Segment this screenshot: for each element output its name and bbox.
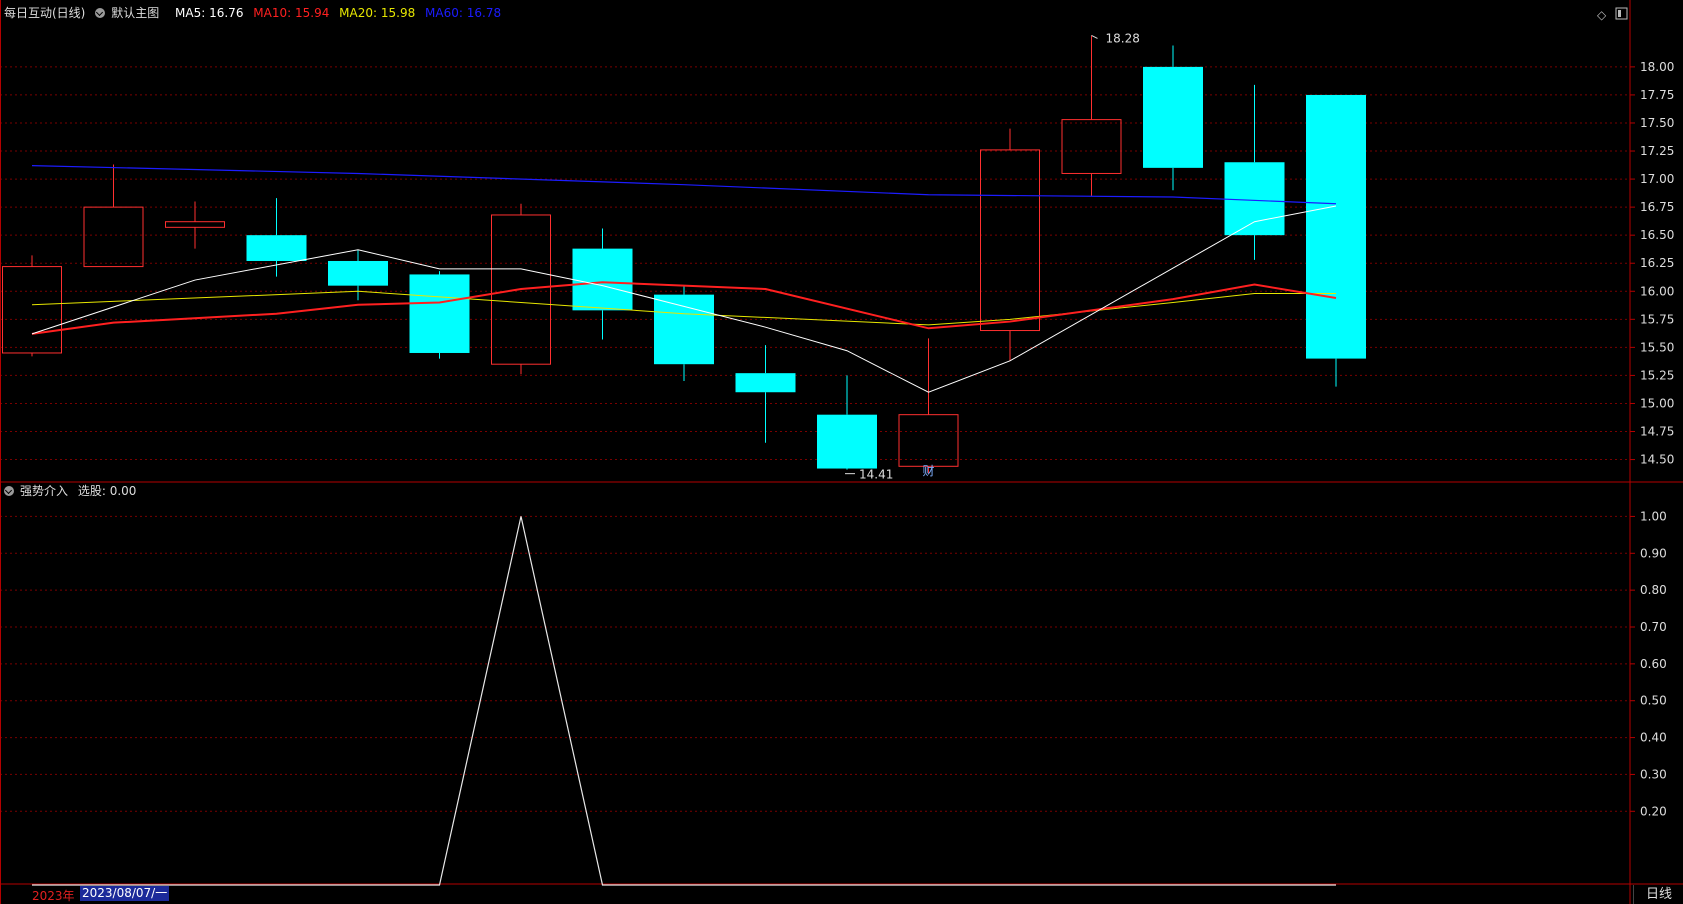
candle-body-down <box>735 373 796 393</box>
year-label: 2023年 <box>32 889 75 903</box>
price-tick-label: 14.50 <box>1640 453 1674 467</box>
candlestick-series <box>2 35 1366 474</box>
candle-body-down <box>409 274 470 353</box>
indicator-tick-label: 1.00 <box>1640 509 1667 523</box>
indicator-tick-label: 0.50 <box>1640 694 1667 708</box>
candle-body-down <box>1143 66 1203 168</box>
price-tick-label: 17.25 <box>1640 144 1674 158</box>
candle <box>165 201 225 249</box>
candle-body-up <box>165 221 225 228</box>
price-tick-label: 17.50 <box>1640 116 1674 130</box>
candle <box>1143 45 1203 191</box>
price-tick-label: 16.25 <box>1640 256 1674 270</box>
axis-ticks: 18.00 17.75 17.50 17.25 17.00 16.75 16.50 16.25… <box>1630 60 1674 818</box>
candle-body-down <box>246 235 307 261</box>
ma60-label: MA60: 16.78 <box>425 6 502 20</box>
candle <box>409 271 470 359</box>
ma60-line <box>31 165 1337 205</box>
current-date-label: 2023/08/07/一 <box>80 886 170 901</box>
sub-grid <box>0 515 1630 812</box>
finance-marker: 财 <box>923 464 935 478</box>
ma20-label: MA20: 15.98 <box>339 6 416 20</box>
candle-body-up <box>980 149 1040 332</box>
candle-body-up <box>2 266 62 354</box>
main-header: 每日互动(日线) 默认主图 MA5: 16.76 MA10: 15.94 MA2… <box>4 6 507 20</box>
high-annotation-label: 18.28 <box>1106 31 1140 45</box>
candle-body-down <box>1224 162 1285 236</box>
candle-body-down <box>572 248 633 311</box>
indicator-tick-label: 0.40 <box>1640 731 1667 745</box>
indicator-tick-label: 0.30 <box>1640 767 1667 781</box>
sub-header: 强势介入 选股: 0.00 <box>4 484 142 498</box>
diamond-icon[interactable]: ◇ <box>1597 8 1606 22</box>
price-tick-label: 15.75 <box>1640 312 1674 326</box>
indicator-tick-label: 0.20 <box>1640 804 1667 818</box>
candle-body-up <box>898 414 959 467</box>
candle-body-down <box>1306 94 1366 359</box>
chart-canvas: 18.00 17.75 17.50 17.25 17.00 16.75 16.50 16.25… <box>0 0 1683 904</box>
period-button[interactable]: 日线 <box>1633 885 1683 904</box>
candle <box>654 285 714 382</box>
indicator-tick-label: 0.70 <box>1640 620 1667 634</box>
candle <box>83 164 144 268</box>
indicator-tick-label: 0.90 <box>1640 546 1667 560</box>
price-tick-label: 14.75 <box>1640 425 1674 439</box>
candle-body-down <box>817 414 877 469</box>
chevron-down-icon[interactable] <box>4 486 14 496</box>
indicator-value: 选股: 0.00 <box>77 484 137 498</box>
low-annotation-label: 14.41 <box>859 468 893 482</box>
price-tick-label: 17.00 <box>1640 172 1674 186</box>
price-tick-label: 16.00 <box>1640 284 1674 298</box>
candle <box>980 128 1040 361</box>
candle <box>2 255 62 357</box>
price-tick-label: 15.50 <box>1640 340 1674 354</box>
candle <box>1306 94 1366 387</box>
price-tick-label: 15.00 <box>1640 396 1674 410</box>
template-selector[interactable]: 默认主图 <box>95 6 165 20</box>
candle-body-down <box>328 260 388 286</box>
candle-body-up <box>83 206 144 268</box>
annotations: 18.28 14.41 财 <box>845 31 1140 482</box>
candle <box>1061 35 1122 196</box>
price-tick-label: 15.25 <box>1640 368 1674 382</box>
template-label: 默认主图 <box>111 6 160 20</box>
main-grid <box>0 66 1630 461</box>
indicator-tick-label: 0.60 <box>1640 657 1667 671</box>
candle-body-down <box>654 294 714 365</box>
candle <box>735 345 796 443</box>
candle <box>817 375 877 470</box>
price-tick-label: 18.00 <box>1640 60 1674 74</box>
chevron-down-icon[interactable] <box>95 8 106 18</box>
candle <box>898 338 959 474</box>
ma5-label: MA5: 16.76 <box>175 6 244 20</box>
indicator-title[interactable]: 强势介入 <box>20 484 68 498</box>
indicator-tick-label: 0.80 <box>1640 583 1667 597</box>
ma10-label: MA10: 15.94 <box>253 6 330 20</box>
panel-toggle-icon[interactable] <box>1615 7 1628 23</box>
price-tick-label: 16.75 <box>1640 200 1674 214</box>
price-tick-label: 16.50 <box>1640 228 1674 242</box>
candle-body-up <box>1061 119 1122 174</box>
price-tick-label: 17.75 <box>1640 88 1674 102</box>
stock-title[interactable]: 每日互动(日线) <box>4 6 85 20</box>
annotation-arrow <box>1091 35 1098 39</box>
